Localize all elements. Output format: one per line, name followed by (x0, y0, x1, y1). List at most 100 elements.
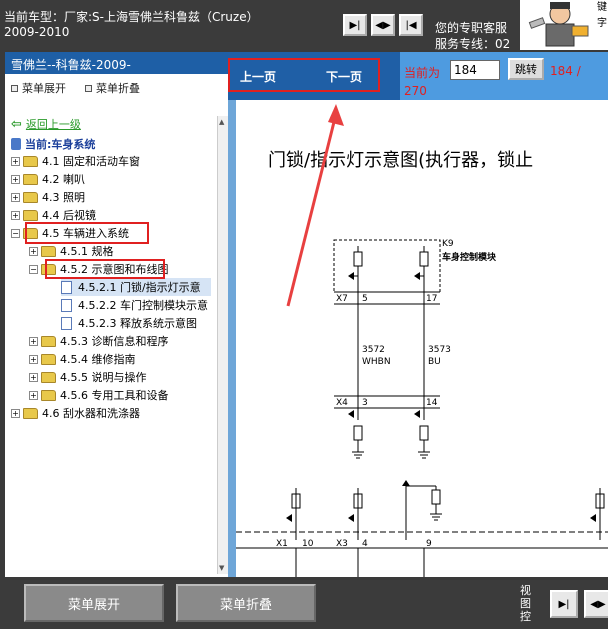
folder-icon (41, 353, 56, 365)
tree-scrollbar[interactable]: ▲ ▼ (217, 116, 228, 574)
x4-label: X4 (336, 398, 348, 408)
wiring-diagram-page: 门锁/指示灯示意图(执行器，锁止 K9 车身控制模块 X7 5 17 3572 … (236, 100, 608, 577)
view-next-button[interactable]: ▶| (550, 590, 578, 618)
annotation-arrowhead (328, 104, 344, 126)
tree-expand-option[interactable]: 菜单展开 (11, 80, 66, 96)
jump-button[interactable]: 跳转 (508, 58, 544, 80)
document-icon (61, 298, 72, 312)
plus-icon[interactable]: + (11, 192, 20, 202)
page-navigation-bar: 上一页 下一页 当前为 跳转 184 / 270 (228, 52, 608, 100)
tree-item-label: 4.5.2.2 车门控制模块示意 (78, 299, 208, 312)
tree-item-4-2[interactable]: +4.2 喇叭 (11, 170, 85, 188)
tree-item-4-5-1[interactable]: +4.5.1 规格 (29, 242, 114, 260)
tree-item-4-5-5[interactable]: +4.5.5 说明与操作 (29, 368, 147, 386)
wire1-color: WHBN (362, 357, 391, 367)
expand-menu-button[interactable]: 菜单展开 (24, 584, 164, 622)
keyword-side-label: 键字 (596, 0, 608, 50)
tree-item-label: 4.4 后视镜 (42, 209, 96, 222)
tree-expand-label: 菜单展开 (22, 82, 66, 95)
view-last-button[interactable]: ◀▶ (584, 590, 608, 618)
folder-icon (41, 335, 56, 347)
collapse-menu-button[interactable]: 菜单折叠 (176, 584, 316, 622)
pin10-label: 10 (302, 539, 314, 549)
plus-icon[interactable]: + (11, 174, 20, 184)
scroll-up-icon[interactable]: ▲ (219, 118, 224, 126)
plus-icon[interactable]: + (11, 210, 20, 220)
tree-item-label: 4.5.6 专用工具和设备 (60, 389, 169, 402)
plus-icon[interactable]: + (29, 246, 38, 256)
tree-item-4-5-3[interactable]: +4.5.3 诊断信息和程序 (29, 332, 169, 350)
tree-item-4-5-4[interactable]: +4.5.4 维修指南 (29, 350, 136, 368)
left-tree-panel: 雪佛兰--科鲁兹-2009- 菜单展开 菜单折叠 ⇦ 返回上一级 当前:车身系统… (5, 52, 228, 577)
page-nav-buttons: 上一页 下一页 (228, 52, 400, 100)
double-arrow-icon: ◀▶ (375, 19, 391, 31)
page-number-input[interactable] (450, 60, 500, 80)
pin3-label: 3 (362, 398, 368, 408)
tree-item-label: 4.3 照明 (42, 191, 85, 204)
car-model-years: 2009-2010 (4, 25, 70, 39)
minus-icon[interactable]: − (29, 264, 38, 274)
tree-collapse-option[interactable]: 菜单折叠 (85, 80, 140, 96)
plus-icon[interactable]: + (29, 336, 38, 346)
tree-item-label: 4.5.2.1 门锁/指示灯示意 (78, 281, 201, 294)
tree-item-4-5-2-3[interactable]: 4.5.2.3 释放系统示意图 (61, 314, 197, 332)
service-info: 您的专职客服 服务专线：02 (435, 20, 525, 52)
folder-icon (41, 389, 56, 401)
folder-icon (23, 407, 38, 419)
service-phone: 服务专线：02 (435, 37, 511, 51)
nav-last-button[interactable]: |◀ (399, 14, 423, 36)
tree-item-4-5-6[interactable]: +4.5.6 专用工具和设备 (29, 386, 169, 404)
pin4-label: 4 (362, 539, 368, 549)
scroll-down-icon[interactable]: ▼ (219, 564, 224, 572)
plus-icon[interactable]: + (29, 390, 38, 400)
tree-item-label: 4.5.5 说明与操作 (60, 371, 147, 384)
square-icon (11, 84, 18, 92)
module-label: 车身控制模块 (442, 251, 497, 263)
x1-label: X1 (276, 539, 288, 549)
tree-item-label: 4.1 固定和活动车窗 (42, 155, 140, 168)
plus-icon[interactable]: + (29, 372, 38, 382)
wire2-code: 3573 (428, 345, 451, 355)
plus-icon[interactable]: + (11, 156, 20, 166)
minus-icon[interactable]: − (11, 228, 20, 238)
document-icon (61, 280, 72, 294)
square-icon (85, 84, 92, 92)
x3-label: X3 (336, 539, 348, 549)
nav-toggle-button[interactable]: ◀▶ (371, 14, 395, 36)
arrow-right-icon: ▶| (349, 19, 361, 31)
tree-item-4-5-2-2[interactable]: 4.5.2.2 车门控制模块示意 (61, 296, 208, 314)
pin17-label: 17 (426, 294, 437, 304)
arrow-left-icon: |◀ (405, 19, 417, 31)
folder-icon (23, 155, 38, 167)
car-model-title: 当前车型：厂家:S-上海雪佛兰科鲁兹（Cruze） 2009-2010 (4, 10, 334, 40)
app-window: 当前车型：厂家:S-上海雪佛兰科鲁兹（Cruze） 2009-2010 ▶| ◀… (0, 0, 608, 629)
highlight-box-page-nav (228, 58, 380, 92)
tree-item-4-6[interactable]: +4.6 刮水器和洗涤器 (11, 404, 140, 422)
tree-item-4-5-2-1[interactable]: 4.5.2.1 门锁/指示灯示意 (61, 278, 211, 296)
folder-icon (23, 173, 38, 185)
document-icon (61, 316, 72, 330)
tree-item-4-1[interactable]: +4.1 固定和活动车窗 (11, 152, 140, 170)
current-page-label: 当前为 (404, 66, 441, 80)
service-label: 您的专职客服 (435, 21, 508, 35)
nav-first-button[interactable]: ▶| (343, 14, 367, 36)
plus-icon[interactable]: + (29, 354, 38, 364)
mascot-icon (528, 2, 589, 47)
annotation-arrow (286, 113, 338, 307)
tree-item-label: 4.2 喇叭 (42, 173, 85, 186)
plus-icon[interactable]: + (11, 408, 20, 418)
tree-menu-options: 菜单展开 菜单折叠 (5, 80, 228, 100)
mascot-image (520, 0, 596, 50)
tree-collapse-label: 菜单折叠 (96, 82, 140, 95)
top-bar: 当前车型：厂家:S-上海雪佛兰科鲁兹（Cruze） 2009-2010 ▶| ◀… (0, 0, 608, 52)
folder-icon (23, 209, 38, 221)
pin5-label: 5 (362, 294, 368, 304)
tree-item-4-3[interactable]: +4.3 照明 (11, 188, 85, 206)
view-control-label: 视图控 (520, 584, 531, 623)
wire2-color: BU (428, 357, 441, 367)
page-count-current: 184 / (550, 64, 581, 78)
category-tree: +4.1 固定和活动车窗 +4.2 喇叭 +4.3 照明 +4.4 后视镜 − 4… (5, 116, 217, 566)
pin14-label: 14 (426, 398, 438, 408)
tree-item-label: 4.5.4 维修指南 (60, 353, 136, 366)
arrow-right-icon: ▶| (558, 598, 570, 610)
